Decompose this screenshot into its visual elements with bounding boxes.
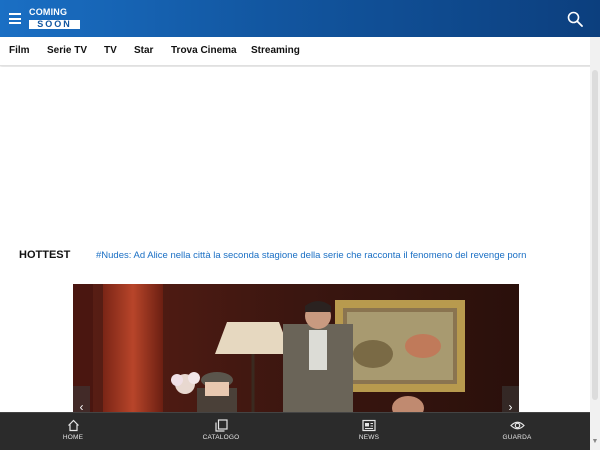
nav-item-trova-cinema[interactable]: Trova Cinema [171, 45, 237, 56]
nav-item-film[interactable]: Film [9, 45, 30, 56]
nav-item-serie-tv[interactable]: Serie TV [47, 45, 87, 56]
bottom-nav-label: CATALOGO [202, 434, 240, 441]
nav-item-star[interactable]: Star [134, 45, 153, 56]
search-icon[interactable] [567, 11, 583, 27]
hero-scene-illustration [73, 284, 519, 412]
bottom-nav-news[interactable]: NEWS [329, 419, 409, 441]
catalog-icon [214, 419, 228, 432]
bottom-nav-home[interactable]: HOME [33, 419, 113, 441]
nav-item-streaming[interactable]: Streaming [251, 45, 300, 56]
hamburger-menu-icon[interactable] [9, 13, 21, 24]
eye-icon [509, 421, 525, 430]
bottom-nav-label: HOME [62, 434, 84, 441]
bottom-nav-label: NEWS [358, 434, 380, 441]
top-header: COMING SOON [0, 0, 600, 37]
bottom-nav-label: GUARDA [502, 434, 532, 441]
news-icon [362, 419, 376, 432]
hottest-label: HOTTEST [19, 249, 71, 261]
bottom-nav: HOME CATALOGO NEWS GUARDA [0, 412, 590, 450]
home-icon [67, 419, 79, 432]
logo-top-text: COMING [29, 7, 68, 17]
logo-bottom-text: SOON [29, 19, 80, 29]
bottom-nav-catalogo[interactable]: CATALOGO [181, 419, 261, 441]
hottest-headline-link[interactable]: #Nudes: Ad Alice nella città la seconda … [96, 250, 526, 261]
bottom-nav-guarda[interactable]: GUARDA [477, 419, 557, 441]
comingsoon-logo[interactable]: COMING SOON [29, 7, 80, 29]
scrollbar-thumb[interactable] [592, 70, 598, 400]
scroll-down-arrow-icon[interactable]: ▼ [591, 438, 599, 448]
main-nav: Film Serie TV TV Star Trova Cinema Strea… [0, 37, 600, 66]
ad-space [0, 67, 590, 242]
nav-item-tv[interactable]: TV [104, 45, 117, 56]
hero-carousel-image[interactable] [73, 284, 519, 412]
